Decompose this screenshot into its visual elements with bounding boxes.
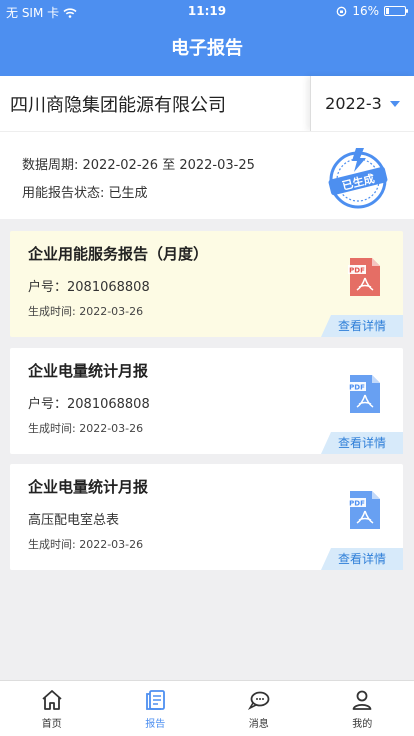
tab-label: 消息 xyxy=(248,719,269,730)
period-value: 2022-3 xyxy=(325,94,382,113)
report-icon xyxy=(146,690,166,710)
tab-label: 报告 xyxy=(145,719,166,730)
battery-percent: 16% xyxy=(352,4,379,18)
status-right: 16% xyxy=(336,4,408,18)
bottom-tab-bar: 首页 报告 消息 我的 xyxy=(0,680,414,736)
report-card[interactable]: 企业用能服务报告（月度） 户号：2081068808 生成时间: 2022-03… xyxy=(10,231,403,337)
tab-label: 首页 xyxy=(41,719,62,730)
report-subtitle: 户号：2081068808 xyxy=(28,280,150,295)
report-card[interactable]: 企业电量统计月报 高压配电室总表 生成时间: 2022-03-26 PDF 查看… xyxy=(10,464,403,570)
report-status: 用能报告状态: 已生成 xyxy=(22,186,148,201)
view-details-button[interactable]: 查看详情 xyxy=(321,548,403,570)
company-name: 四川商隐集团能源有限公司 xyxy=(10,95,226,116)
tab-messages[interactable]: 消息 xyxy=(207,681,311,736)
battery-icon xyxy=(384,6,408,16)
pdf-file-icon: PDF xyxy=(348,491,380,529)
pdf-file-icon: PDF xyxy=(348,258,380,296)
report-date: 生成时间: 2022-03-26 xyxy=(28,422,144,435)
report-subtitle: 高压配电室总表 xyxy=(28,513,120,528)
profile-icon xyxy=(352,690,372,710)
chevron-down-icon xyxy=(389,100,400,107)
view-details-button[interactable]: 查看详情 xyxy=(321,432,403,454)
report-title: 企业电量统计月报 xyxy=(28,362,149,380)
tab-home[interactable]: 首页 xyxy=(0,681,104,736)
tab-label: 我的 xyxy=(352,719,373,730)
report-date: 生成时间: 2022-03-26 xyxy=(28,305,144,318)
report-subtitle: 户号：2081068808 xyxy=(28,397,150,412)
report-title: 企业用能服务报告（月度） xyxy=(28,245,209,263)
generated-stamp-icon: 已生成 xyxy=(328,148,388,209)
svg-text:PDF: PDF xyxy=(349,500,365,508)
report-title: 企业电量统计月报 xyxy=(28,478,149,496)
page-title: 电子报告 xyxy=(0,22,414,76)
data-period: 数据周期: 2022-02-26 至 2022-03-25 xyxy=(22,158,255,173)
svg-text:PDF: PDF xyxy=(349,384,365,392)
svg-text:PDF: PDF xyxy=(349,267,365,275)
view-details-button[interactable]: 查看详情 xyxy=(321,315,403,337)
report-summary: 数据周期: 2022-02-26 至 2022-03-25 用能报告状态: 已生… xyxy=(0,131,414,219)
home-icon xyxy=(42,690,62,710)
report-card[interactable]: 企业电量统计月报 户号：2081068808 生成时间: 2022-03-26 … xyxy=(10,348,403,454)
period-dropdown[interactable]: 2022-3 xyxy=(310,76,414,131)
orientation-lock-icon xyxy=(336,6,347,16)
tab-profile[interactable]: 我的 xyxy=(311,681,414,736)
report-date: 生成时间: 2022-03-26 xyxy=(28,538,144,551)
pdf-file-icon: PDF xyxy=(348,375,380,413)
tab-reports[interactable]: 报告 xyxy=(104,681,208,736)
message-icon xyxy=(247,691,270,710)
status-bar: 无 SIM 卡 11:19 16% xyxy=(0,0,414,22)
company-row: 四川商隐集团能源有限公司 2022-3 xyxy=(0,76,414,131)
